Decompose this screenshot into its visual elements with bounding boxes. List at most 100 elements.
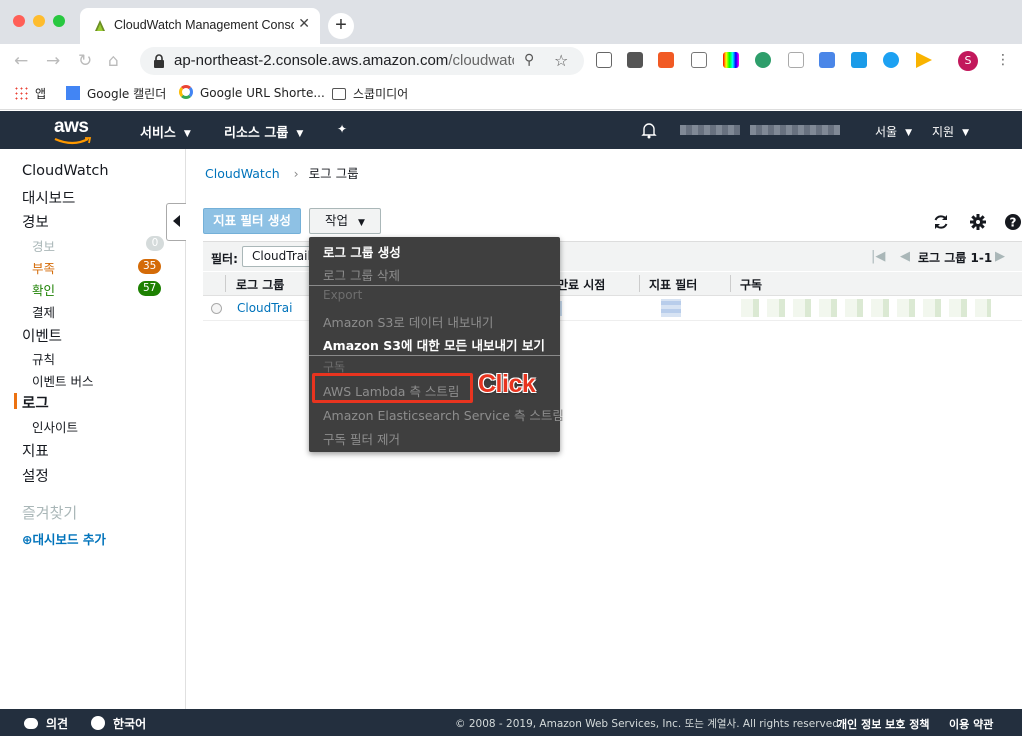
region-menu[interactable]: 서울 ▼ — [875, 123, 912, 140]
previous-page-icon[interactable]: ◀ — [900, 249, 910, 264]
alarm-count-badge: 0 — [146, 236, 164, 251]
account-id-redacted[interactable] — [750, 125, 840, 135]
speech-bubble-icon — [24, 718, 38, 729]
filter-input[interactable]: CloudTrail — [242, 246, 316, 267]
extension-blue-circle-icon[interactable] — [883, 52, 899, 68]
minimize-window-button[interactable] — [33, 15, 45, 27]
forward-arrow-icon[interactable]: → — [46, 51, 60, 71]
reload-icon[interactable]: ↻ — [78, 51, 92, 71]
actions-label: 작업 — [325, 213, 349, 228]
services-label: 서비스 — [140, 126, 176, 141]
add-dashboard-link[interactable]: ⊕대시보드 추가 — [22, 529, 106, 548]
first-page-icon[interactable]: |◀ — [871, 249, 885, 264]
menu-item-create-log-group[interactable]: 로그 그룹 생성 — [323, 242, 401, 261]
sidebar-item-dashboards[interactable]: 대시보드 — [22, 187, 75, 208]
menu-section-export: Export — [323, 288, 363, 302]
create-metric-filter-button[interactable]: 지표 필터 생성 — [203, 208, 301, 234]
sidebar-item-cloudwatch[interactable]: CloudWatch — [22, 163, 109, 179]
extension-screen-icon[interactable] — [691, 52, 707, 68]
actions-button[interactable]: 작업 ▼ — [309, 208, 381, 234]
browser-tab[interactable]: CloudWatch Management Console ✕ — [80, 8, 320, 44]
extension-green-icon[interactable] — [755, 52, 771, 68]
support-menu[interactable]: 지원 ▼ — [932, 123, 969, 140]
feedback-link[interactable]: 의견 — [24, 715, 68, 732]
sidebar-item-billing[interactable]: 결제 — [32, 302, 55, 321]
sidebar-item-insufficient[interactable]: 부족 — [32, 258, 55, 277]
sidebar-item-alarm-state[interactable]: 경보 — [32, 236, 55, 255]
extension-print-icon[interactable] — [851, 52, 867, 68]
subscription-redacted — [741, 299, 991, 317]
sidebar-item-logs[interactable]: 로그 — [22, 392, 49, 413]
profile-avatar[interactable]: S — [958, 51, 978, 71]
privacy-policy-link[interactable]: 개인 정보 보호 정책 — [837, 716, 929, 732]
bookmark-url-shortener-label: Google URL Shorte... — [200, 86, 325, 100]
address-bar[interactable]: ap-northeast-2.console.aws.amazon.com/cl… — [140, 47, 584, 75]
breadcrumb-cloudwatch[interactable]: CloudWatch — [205, 166, 280, 181]
sidebar-item-insights[interactable]: 인사이트 — [32, 417, 78, 436]
bookmark-folder[interactable]: 스쿱미디어 — [332, 85, 408, 102]
extension-i-icon[interactable] — [627, 52, 643, 68]
new-tab-button[interactable]: + — [328, 13, 354, 39]
next-page-icon[interactable]: ▶ — [995, 249, 1005, 264]
chevron-down-icon: ▼ — [905, 128, 913, 138]
services-menu[interactable]: 서비스 ▼ — [140, 122, 191, 141]
close-window-button[interactable] — [13, 15, 25, 27]
breadcrumb: CloudWatch › 로그 그룹 — [205, 163, 359, 182]
metric-filter-redacted — [661, 299, 681, 317]
aws-logo[interactable]: aws — [54, 116, 89, 138]
menu-item-export-to-s3[interactable]: Amazon S3로 데이터 내보내기 — [323, 312, 493, 331]
extension-colorbars-icon[interactable] — [723, 52, 739, 68]
bookmark-apps[interactable]: 앱 — [14, 85, 46, 102]
browser-tab-bar: CloudWatch Management Console ✕ + — [0, 0, 1022, 44]
caret-left-icon — [173, 215, 180, 227]
google-translate-icon[interactable] — [819, 52, 835, 68]
column-subscriptions[interactable]: 구독 — [740, 276, 762, 293]
extension-window-icon[interactable] — [596, 52, 612, 68]
menu-item-remove-subscription[interactable]: 구독 필터 제거 — [323, 429, 400, 448]
sidebar-item-alarms[interactable]: 경보 — [22, 211, 49, 232]
home-icon[interactable]: ⌂ — [108, 51, 119, 71]
bookmark-star-icon[interactable]: ☆ — [554, 51, 568, 70]
gear-icon[interactable] — [969, 213, 987, 231]
column-divider — [730, 275, 731, 292]
column-metric-filters[interactable]: 지표 필터 — [649, 276, 697, 293]
sidebar-item-rules[interactable]: 규칙 — [32, 349, 55, 368]
refresh-icon[interactable] — [932, 213, 950, 231]
help-icon[interactable]: ? — [1004, 213, 1022, 231]
language-selector[interactable]: 한국어 — [91, 715, 146, 732]
maximize-window-button[interactable] — [53, 15, 65, 27]
sidebar-item-metrics[interactable]: 지표 — [22, 440, 49, 461]
extension-ex-icon[interactable] — [658, 52, 674, 68]
row-select-radio[interactable] — [211, 303, 222, 314]
sidebar-item-event-buses[interactable]: 이벤트 버스 — [32, 371, 93, 390]
resource-groups-menu[interactable]: 리소스 그룹 ▼ — [224, 122, 303, 141]
favorites-heading: 즐겨찾기 — [22, 504, 78, 522]
plus-circle-icon: ⊕ — [22, 532, 33, 547]
menu-item-delete-log-group[interactable]: 로그 그룹 삭제 — [323, 265, 400, 284]
sidebar-item-events[interactable]: 이벤트 — [22, 325, 62, 346]
url-path: /cloudwatch/home — [448, 52, 514, 69]
browser-menu-icon[interactable]: ⋮ — [996, 52, 1010, 68]
terms-link[interactable]: 이용 약관 — [949, 716, 993, 732]
sidebar-collapse-button[interactable] — [166, 203, 186, 241]
menu-item-stream-to-elasticsearch[interactable]: Amazon Elasticsearch Service 측 스트림 — [323, 405, 564, 424]
back-arrow-icon[interactable]: ← — [14, 51, 28, 71]
tab-close-icon[interactable]: ✕ — [298, 16, 310, 32]
tab-title: CloudWatch Management Console — [114, 18, 294, 32]
extension-play-icon[interactable] — [916, 52, 932, 68]
log-group-link[interactable]: CloudTrai — [237, 301, 292, 315]
account-name-redacted[interactable] — [680, 125, 740, 135]
bookmark-calendar[interactable]: Google 캘린더 — [66, 85, 166, 102]
zoom-icon[interactable]: ⚲ — [524, 52, 534, 68]
region-label: 서울 — [875, 125, 898, 139]
bell-icon[interactable] — [641, 121, 657, 139]
menu-item-view-s3-exports[interactable]: Amazon S3에 대한 모든 내보내기 보기 — [323, 335, 545, 354]
column-log-group[interactable]: 로그 그룹 — [236, 276, 284, 293]
column-expiration[interactable]: 만료 시점 — [557, 276, 605, 293]
sidebar-item-settings[interactable]: 설정 — [22, 465, 49, 486]
bookmark-url-shortener[interactable]: Google URL Shorte... — [179, 85, 325, 100]
sidebar-item-ok[interactable]: 확인 — [32, 280, 55, 299]
url-host: ap-northeast-2.console.aws.amazon.com — [174, 52, 449, 69]
pin-icon[interactable]: ✦ — [337, 122, 347, 136]
extension-blank-icon[interactable] — [788, 52, 804, 68]
